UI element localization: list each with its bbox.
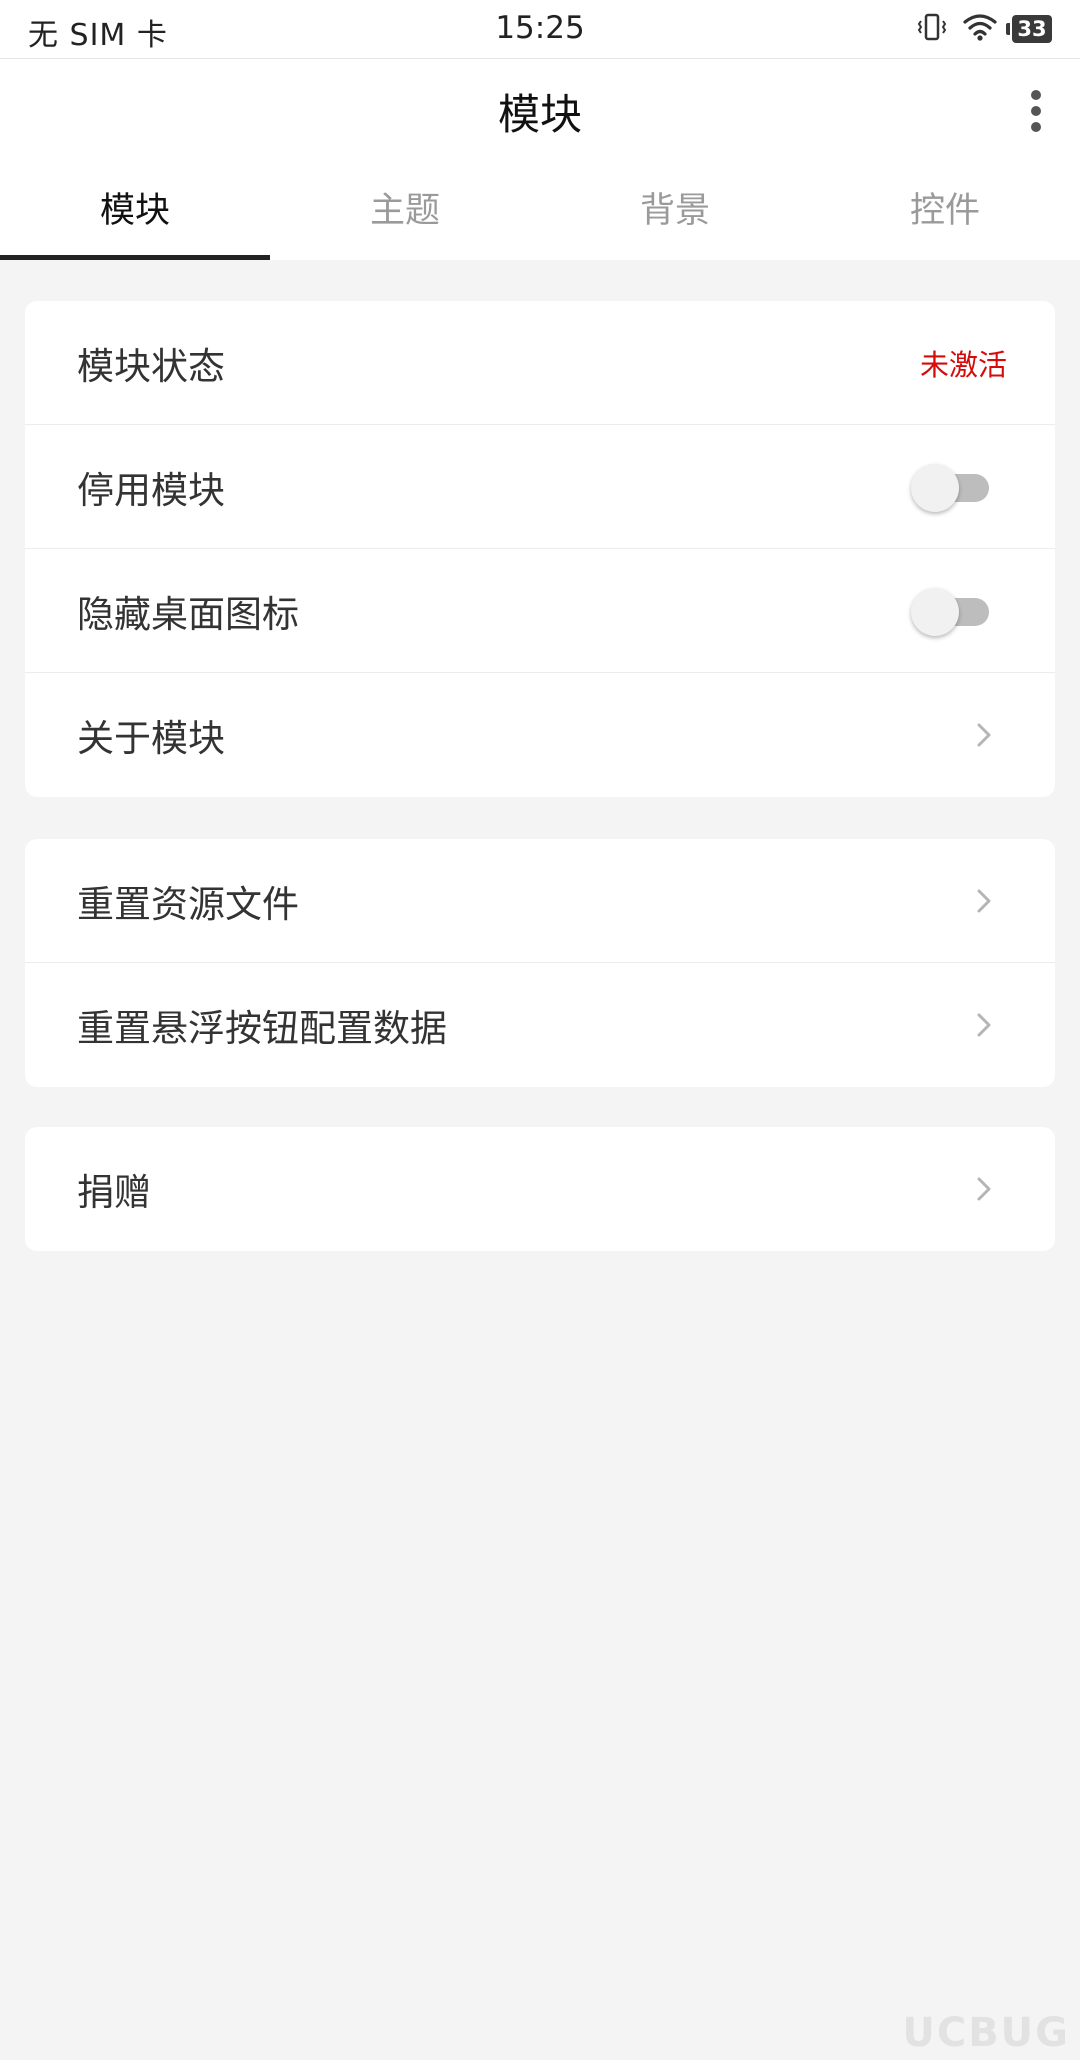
- chevron-right-icon: [977, 889, 991, 912]
- reset-resources-row[interactable]: 重置资源文件: [25, 839, 1055, 963]
- tab-widget[interactable]: 控件: [810, 170, 1080, 260]
- hide-desktop-icon-row[interactable]: 隐藏桌面图标: [25, 549, 1055, 673]
- tab-module[interactable]: 模块: [0, 170, 270, 260]
- disable-module-label: 停用模块: [77, 468, 225, 512]
- page-title: 模块: [497, 90, 582, 139]
- donate-row[interactable]: 捐赠: [25, 1127, 1055, 1251]
- chevron-right-icon: [977, 723, 991, 747]
- about-module-label: 关于模块: [77, 717, 225, 760]
- module-status-row: 模块状态 未激活: [25, 301, 1055, 425]
- wifi-icon: [962, 12, 998, 46]
- disable-module-toggle[interactable]: [911, 462, 991, 512]
- chevron-right-icon: [977, 1013, 991, 1037]
- tab-bar: 模块 主题 背景 控件: [0, 170, 1080, 260]
- status-icons: 33: [916, 12, 1052, 46]
- module-settings-card: 模块状态 未激活 停用模块 隐藏桌面图标 关于模块: [25, 301, 1055, 797]
- status-badge: 未激活: [919, 347, 1007, 382]
- donate-card: 捐赠: [25, 1127, 1055, 1251]
- watermark: UCBUG: [902, 2010, 1070, 2056]
- chevron-right-icon: [977, 1177, 991, 1201]
- donate-label: 捐赠: [77, 1171, 151, 1214]
- vibrate-icon: [916, 11, 948, 47]
- reset-float-button-label: 重置悬浮按钮配置数据: [77, 1007, 447, 1050]
- more-vert-icon[interactable]: [1008, 79, 1064, 143]
- reset-card: 重置资源文件 重置悬浮按钮配置数据: [25, 839, 1055, 1087]
- tab-background[interactable]: 背景: [540, 170, 810, 260]
- module-status-label: 模块状态: [77, 344, 225, 388]
- reset-resources-label: 重置资源文件: [77, 882, 299, 926]
- tab-theme[interactable]: 主题: [270, 170, 540, 260]
- disable-module-row[interactable]: 停用模块: [25, 425, 1055, 549]
- about-module-row[interactable]: 关于模块: [25, 673, 1055, 797]
- app-bar: 模块: [0, 59, 1080, 170]
- status-bar: 无 SIM 卡 15:25 33: [0, 0, 1080, 59]
- hide-desktop-icon-toggle[interactable]: [911, 586, 991, 636]
- battery-icon: 33: [1006, 15, 1052, 43]
- hide-desktop-icon-label: 隐藏桌面图标: [77, 592, 299, 636]
- reset-float-button-row[interactable]: 重置悬浮按钮配置数据: [25, 963, 1055, 1087]
